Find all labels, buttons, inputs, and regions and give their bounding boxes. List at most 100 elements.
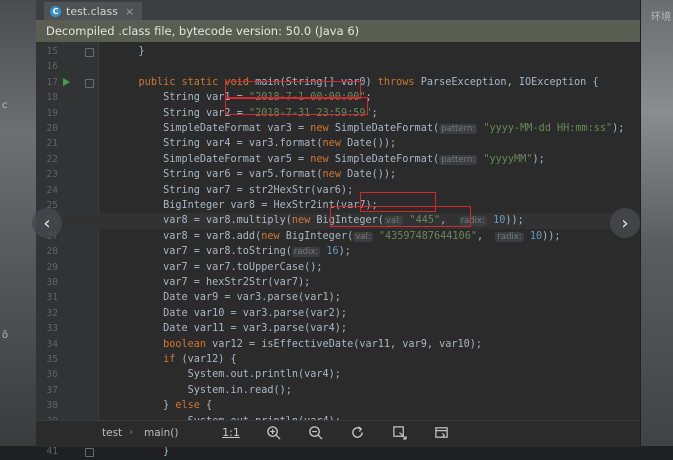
code-line[interactable]: 19 String var2 = "2018-7-31 23:59:59"; — [36, 106, 640, 121]
code-token: Date var11 = var3.parse(var4); — [114, 323, 348, 335]
code-line[interactable]: 15 } — [36, 44, 640, 59]
code-token: new — [261, 230, 286, 242]
code-token: } — [114, 400, 176, 412]
line-number: 16 — [46, 61, 58, 73]
code-token: Date()); — [347, 138, 397, 150]
line-number: 32 — [46, 307, 58, 319]
code-line[interactable]: 27 var8 = var8.add(new BigInteger(val: "… — [36, 229, 640, 244]
save-button[interactable] — [420, 421, 462, 443]
line-number: 19 — [46, 107, 58, 119]
code-token: Date var10 = var3.parse(var2); — [114, 307, 348, 319]
breadcrumb-item-main[interactable]: main() — [144, 427, 178, 439]
code-text: Date var9 = var3.parse(var1); — [114, 290, 341, 305]
code-line[interactable]: 22 SimpleDateFormat var5 = new SimpleDat… — [36, 152, 640, 167]
code-line[interactable]: 24 String var7 = str2HexStr(var6); — [36, 183, 640, 198]
code-text: String var2 = "2018-7-31 23:59:59"; — [114, 106, 378, 121]
code-line[interactable]: 33 Date var11 = var3.parse(var4); — [36, 321, 640, 336]
crop-icon — [392, 425, 407, 440]
background-left-strip: c ô — [0, 0, 36, 446]
code-text: String var6 = var5.format(new Date()); — [114, 167, 396, 182]
code-text: } else { — [114, 398, 212, 413]
code-line[interactable]: 31 Date var9 = var3.parse(var1); — [36, 290, 640, 305]
line-number: 29 — [46, 261, 58, 273]
code-area[interactable]: 15 } 16 17 public static void main(String[… — [36, 42, 640, 458]
code-line[interactable]: 35 if (var12) { — [36, 352, 640, 367]
code-token: boolean — [163, 338, 213, 350]
code-text: BigInteger var8 = HexStr2int(var7); — [114, 198, 378, 213]
code-token: (var12) { — [181, 354, 237, 365]
code-line[interactable]: 38 } else { — [36, 398, 640, 413]
code-token: BigInteger( — [285, 230, 354, 242]
code-text: var7 = var7.toUpperCase(); — [114, 260, 322, 275]
code-line[interactable]: 32 Date var10 = var3.parse(var2); — [36, 306, 640, 321]
close-icon[interactable]: × — [125, 5, 134, 18]
code-token: ; — [371, 107, 378, 119]
next-image-button[interactable]: › — [610, 208, 640, 238]
code-line[interactable]: 28 var7 = var8.toString(radix: 16); — [36, 244, 640, 259]
code-token: 10 — [529, 230, 543, 242]
code-token: , — [440, 215, 459, 227]
code-line[interactable]: 16 — [36, 59, 640, 74]
code-token: , — [476, 230, 496, 242]
code-line[interactable]: 20 SimpleDateFormat var3 = new SimpleDat… — [36, 121, 640, 136]
line-number: 31 — [46, 292, 58, 304]
code-token: 10 — [493, 215, 506, 227]
line-number: 36 — [46, 369, 58, 381]
code-line[interactable]: 21 String var4 = var3.format(new Date())… — [36, 136, 640, 151]
code-token: BigInteger( — [316, 215, 384, 227]
code-token: ); — [612, 123, 625, 134]
code-token: SimpleDateFormat( — [334, 153, 440, 165]
code-text: public static void main(String[] var0) t… — [114, 75, 599, 90]
code-line[interactable]: 30 var7 = hexStr2Str(var7); — [36, 275, 640, 290]
code-token: String var4 = var3.format( — [114, 138, 323, 150]
code-token: ); — [532, 153, 545, 165]
fold-marker-icon[interactable] — [85, 448, 94, 458]
code-token: new — [310, 123, 335, 134]
zoom-in-button[interactable] — [252, 421, 294, 443]
code-line[interactable]: 25 BigInteger var8 = HexStr2int(var7); — [36, 198, 640, 213]
line-number: 33 — [46, 323, 58, 335]
line-number: 18 — [46, 92, 58, 104]
line-number: 38 — [46, 400, 58, 412]
fold-marker-icon[interactable] — [85, 78, 94, 88]
ratio-button[interactable]: 1:1 — [210, 421, 252, 443]
code-text: SimpleDateFormat var5 = new SimpleDateFo… — [114, 152, 545, 168]
code-token: String var2 = — [114, 107, 249, 119]
zoom-out-button[interactable] — [294, 421, 336, 443]
fold-marker-icon[interactable] — [85, 48, 94, 57]
code-token: "yyyy-MM-dd HH:mm:ss" — [483, 123, 613, 134]
code-token: main(String[] var0) — [255, 76, 378, 88]
code-line[interactable]: 37 System.in.read(); — [36, 383, 640, 398]
code-line[interactable]: 18 String var1 = "2018-7-1 00:00:00"; — [36, 90, 640, 105]
previous-image-button[interactable]: ‹ — [32, 208, 62, 238]
line-number: 23 — [46, 169, 58, 181]
line-number: 28 — [46, 246, 58, 258]
code-line[interactable]: 36 System.out.println(var4); — [36, 367, 640, 382]
chevron-left-icon: ‹ — [43, 212, 51, 234]
code-token: Date()); — [347, 169, 397, 181]
rotate-button[interactable] — [336, 421, 378, 443]
code-token: BigInteger var8 = HexStr2int(var7); — [114, 200, 378, 211]
viewer-toolbar: 1:1 — [210, 421, 462, 443]
code-token: new — [291, 215, 317, 227]
line-number: 30 — [46, 277, 58, 288]
run-icon[interactable] — [63, 77, 70, 86]
code-text: String var1 = "2018-7-1 00:00:00"; — [114, 90, 372, 105]
code-line[interactable]: 34 boolean var12 = isEffectiveDate(var11… — [36, 337, 640, 352]
crop-button[interactable] — [378, 421, 420, 443]
line-number: 15 — [46, 46, 58, 57]
code-line[interactable]: 26 var8 = var8.multiply(new BigInteger(v… — [36, 213, 640, 229]
code-line[interactable]: 17 public static void main(String[] var0… — [36, 75, 640, 90]
code-token: System.in.read(); — [114, 384, 292, 396]
code-line[interactable]: 23 String var6 = var5.format(new Date())… — [36, 167, 640, 182]
tab-test-class[interactable]: C test.class × — [44, 2, 143, 22]
parameter-hint: val: — [383, 216, 404, 227]
code-line[interactable]: 29 var7 = var7.toUpperCase(); — [36, 260, 640, 275]
code-text: } — [114, 44, 145, 59]
code-text: System.in.read(); — [114, 383, 292, 398]
line-number: 21 — [46, 138, 58, 150]
background-right-text: 环境 — [651, 12, 671, 23]
code-token: var7 = hexStr2Str(var7); — [114, 277, 311, 288]
breadcrumb-item-test[interactable]: test — [102, 427, 122, 439]
